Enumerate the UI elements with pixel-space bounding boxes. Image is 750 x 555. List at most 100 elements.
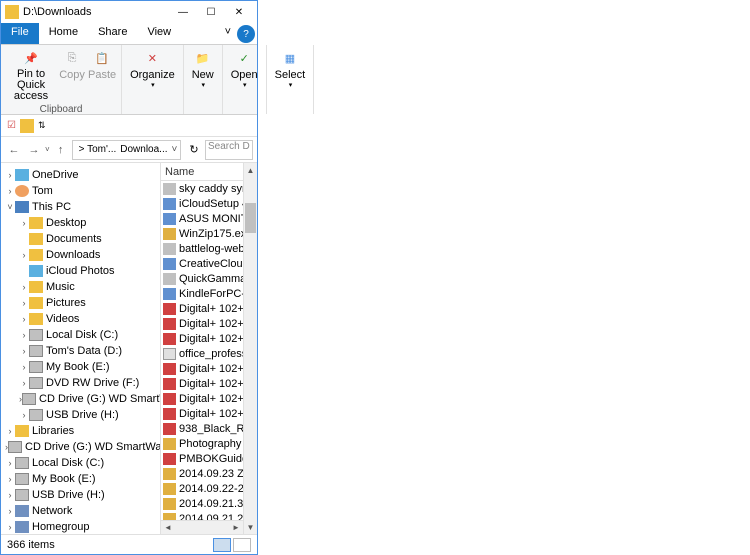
chevron-down-icon[interactable]: ˅ bbox=[170, 144, 180, 155]
expander-icon[interactable]: › bbox=[5, 170, 15, 180]
expander-icon[interactable]: › bbox=[5, 506, 15, 516]
minimize-button[interactable]: — bbox=[169, 2, 197, 22]
expander-icon[interactable]: › bbox=[19, 330, 29, 340]
expander-icon[interactable]: › bbox=[19, 378, 29, 388]
up-button[interactable]: ↑ bbox=[52, 141, 70, 159]
tree-node[interactable]: ›Homegroup bbox=[1, 519, 160, 534]
file-row[interactable]: office_professi bbox=[161, 346, 243, 361]
file-row[interactable]: Digital+ 102+W bbox=[161, 331, 243, 346]
tree-node[interactable]: ›DVD RW Drive (F:) bbox=[1, 375, 160, 391]
tree-node[interactable]: ›Videos bbox=[1, 311, 160, 327]
vertical-scrollbar[interactable]: ▲ ▼ bbox=[243, 163, 257, 534]
search-input[interactable]: Search D bbox=[205, 140, 253, 160]
tree-node[interactable]: ›Downloads bbox=[1, 247, 160, 263]
tab-view[interactable]: View bbox=[137, 23, 181, 44]
tab-share[interactable]: Share bbox=[88, 23, 137, 44]
expander-icon[interactable]: › bbox=[5, 458, 15, 468]
expander-icon[interactable]: › bbox=[5, 426, 15, 436]
tree-node[interactable]: ˅This PC bbox=[1, 199, 160, 215]
tree-node[interactable]: ›Network bbox=[1, 503, 160, 519]
tree-node[interactable]: ›Tom's Data (D:) bbox=[1, 343, 160, 359]
tree-node[interactable]: Documents bbox=[1, 231, 160, 247]
help-icon[interactable]: ? bbox=[237, 25, 255, 43]
expander-icon[interactable]: › bbox=[19, 314, 29, 324]
organize-button[interactable]: ✕ Organize ▾ bbox=[126, 47, 179, 112]
file-row[interactable]: WinZip175.exe bbox=[161, 226, 243, 241]
file-row[interactable]: 2014.09.22-23 bbox=[161, 481, 243, 496]
file-row[interactable]: 2014.09.21.3-09 bbox=[161, 496, 243, 511]
file-row[interactable]: Digital+ 102+W bbox=[161, 391, 243, 406]
tree-node[interactable]: ›CD Drive (G:) WD SmartWare bbox=[1, 391, 160, 407]
tree-node[interactable]: ›USB Drive (H:) bbox=[1, 407, 160, 423]
qat-dropdown-icon[interactable]: ⇅ bbox=[38, 120, 46, 131]
file-row[interactable]: ASUS MONITO bbox=[161, 211, 243, 226]
tree-node[interactable]: ›Local Disk (C:) bbox=[1, 327, 160, 343]
tree-node[interactable]: ›Local Disk (C:) bbox=[1, 455, 160, 471]
file-row[interactable]: KindleForPC-in bbox=[161, 286, 243, 301]
expander-icon[interactable]: ˅ bbox=[5, 202, 15, 212]
file-row[interactable]: PMBOKGuideF bbox=[161, 451, 243, 466]
expander-icon[interactable]: › bbox=[5, 474, 15, 484]
tree-node[interactable]: iCloud Photos bbox=[1, 263, 160, 279]
expander-icon[interactable]: › bbox=[19, 298, 29, 308]
paste-button[interactable]: 📋 Paste bbox=[87, 47, 117, 104]
horizontal-scrollbar[interactable]: ◄ ► bbox=[161, 520, 243, 534]
new-button[interactable]: 📁 New ▾ bbox=[188, 47, 218, 112]
scrollbar-thumb[interactable] bbox=[245, 203, 256, 233]
checkbox-icon[interactable]: ☑ bbox=[7, 120, 16, 131]
column-header-name[interactable]: Name bbox=[161, 163, 243, 181]
file-row[interactable]: 938_Black_Rub bbox=[161, 421, 243, 436]
titlebar[interactable]: D:\Downloads — ☐ ✕ bbox=[1, 1, 257, 23]
file-row[interactable]: Digital+ 102+W bbox=[161, 361, 243, 376]
forward-button[interactable]: → bbox=[25, 141, 43, 159]
file-row[interactable]: Photography c bbox=[161, 436, 243, 451]
refresh-button[interactable]: ↻ bbox=[185, 141, 203, 159]
file-row[interactable]: Digital+ 102+W bbox=[161, 376, 243, 391]
history-dropdown-icon[interactable]: ˅ bbox=[45, 145, 50, 154]
expander-icon[interactable]: › bbox=[19, 218, 29, 228]
details-view-button[interactable] bbox=[213, 538, 231, 552]
expander-icon[interactable]: › bbox=[5, 490, 15, 500]
back-button[interactable]: ← bbox=[5, 141, 23, 159]
copy-button[interactable]: ⎘ Copy bbox=[57, 47, 87, 104]
file-row[interactable]: QuickGamma_ bbox=[161, 271, 243, 286]
tree-node[interactable]: ›CD Drive (G:) WD SmartWare bbox=[1, 439, 160, 455]
expander-icon[interactable]: › bbox=[19, 410, 29, 420]
file-row[interactable]: Digital+ 102+W bbox=[161, 301, 243, 316]
tab-file[interactable]: File bbox=[1, 23, 39, 44]
pin-to-quick-access-button[interactable]: 📌 Pin to Quick access bbox=[5, 47, 57, 104]
tree-node[interactable]: ›My Book (E:) bbox=[1, 359, 160, 375]
maximize-button[interactable]: ☐ bbox=[197, 2, 225, 22]
file-row[interactable]: 2014.09.23 Zuri bbox=[161, 466, 243, 481]
scroll-down-icon[interactable]: ▼ bbox=[244, 520, 257, 534]
scroll-up-icon[interactable]: ▲ bbox=[244, 163, 257, 177]
expander-icon[interactable]: › bbox=[19, 282, 29, 292]
folder-icon[interactable] bbox=[20, 119, 34, 133]
close-button[interactable]: ✕ bbox=[225, 2, 253, 22]
file-row[interactable]: Digital+ 102+W bbox=[161, 406, 243, 421]
scroll-left-icon[interactable]: ◄ bbox=[161, 523, 175, 532]
open-button[interactable]: ✓ Open ▾ bbox=[227, 47, 262, 112]
tree-node[interactable]: ›My Book (E:) bbox=[1, 471, 160, 487]
file-row[interactable]: battlelog-web- bbox=[161, 241, 243, 256]
icons-view-button[interactable] bbox=[233, 538, 251, 552]
breadcrumb-segment[interactable]: Downloa... bbox=[118, 144, 169, 155]
file-row[interactable]: CreativeCloud bbox=[161, 256, 243, 271]
file-row[interactable]: 2014.09.21.2 La bbox=[161, 511, 243, 520]
file-row[interactable]: iCloudSetup 4. bbox=[161, 196, 243, 211]
breadcrumb-segment[interactable]: > Tom'... bbox=[77, 144, 119, 155]
tree-node[interactable]: ›OneDrive bbox=[1, 167, 160, 183]
tree-node[interactable]: ›USB Drive (H:) bbox=[1, 487, 160, 503]
expander-icon[interactable]: › bbox=[5, 186, 15, 196]
tree-node[interactable]: ›Libraries bbox=[1, 423, 160, 439]
tree-node[interactable]: ›Music bbox=[1, 279, 160, 295]
navigation-tree[interactable]: ›OneDrive›Tom˅This PC›DesktopDocuments›D… bbox=[1, 163, 161, 534]
tab-home[interactable]: Home bbox=[39, 23, 88, 44]
scroll-right-icon[interactable]: ► bbox=[229, 523, 243, 532]
expander-icon[interactable]: › bbox=[5, 522, 15, 532]
expander-icon[interactable]: › bbox=[19, 362, 29, 372]
tree-node[interactable]: ›Desktop bbox=[1, 215, 160, 231]
file-row[interactable]: Digital+ 102+W bbox=[161, 316, 243, 331]
expander-icon[interactable]: › bbox=[19, 250, 29, 260]
expander-icon[interactable]: › bbox=[19, 346, 29, 356]
